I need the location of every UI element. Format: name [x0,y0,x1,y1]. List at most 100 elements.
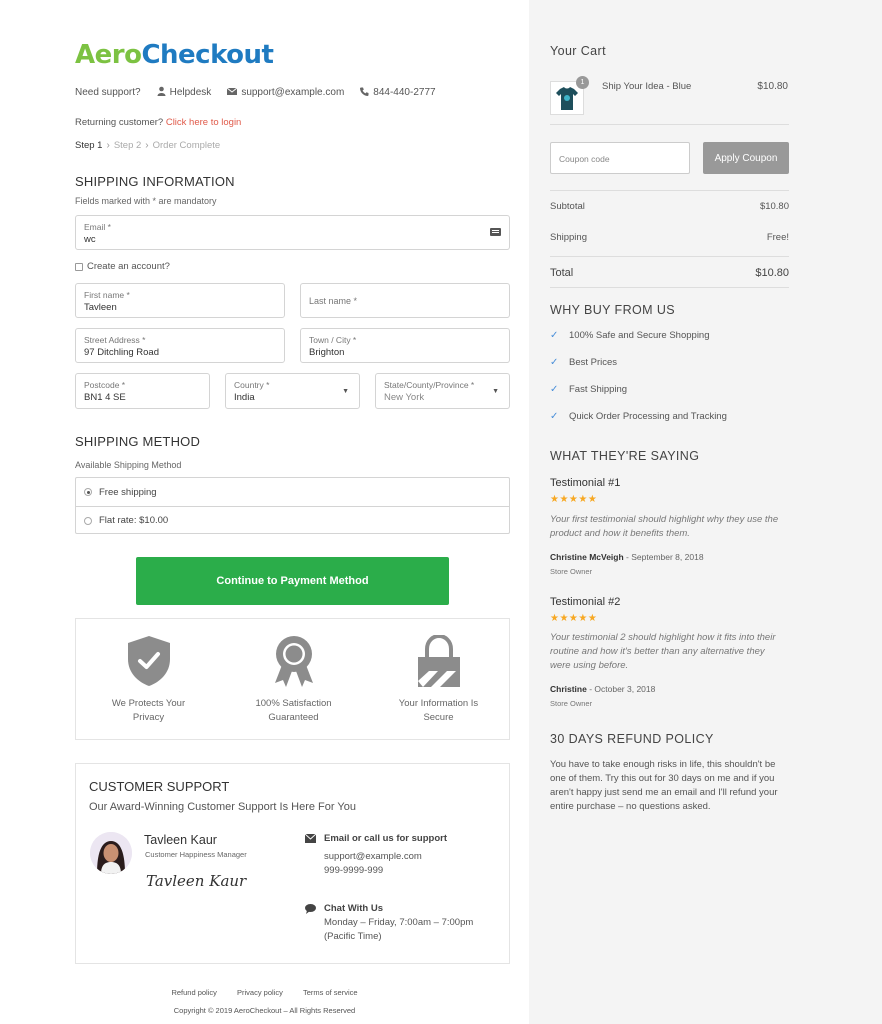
refund-line: entire purchase – no questions asked. [550,801,711,812]
chat-timezone: (Pacific Time) [324,931,382,942]
testimonial-body: Your first testimonial should highlight … [550,513,795,541]
lock-icon [366,635,511,687]
trust-satisfaction-line1: 100% Satisfaction [255,698,332,709]
country-select[interactable]: Country * India ▼ [225,373,360,409]
logo-part-checkout: Checkout [141,40,274,70]
trust-privacy: We Protects Your Privacy [76,635,221,725]
customer-support-card: CUSTOMER SUPPORT Our Award-Winning Custo… [75,763,510,964]
agent-signature: Tavleen Kaur [146,872,247,890]
why-item-label: Best Prices [569,357,618,368]
support-email-link[interactable]: support@example.com [227,87,344,98]
radio[interactable] [84,516,92,525]
support-bar: Need support? Helpdesk support@example.c… [75,86,452,99]
contact-phone[interactable]: 999-9999-999 [324,864,447,878]
why-item: ✓ Best Prices [550,357,617,368]
refund-policy-body: You have to take enough risks in life, t… [550,758,795,814]
trust-privacy-line2: Privacy [132,712,165,723]
check-icon: ✓ [550,357,559,368]
first-name-field[interactable]: First name * Tavleen [75,283,285,318]
chat-title[interactable]: Chat With Us [324,903,473,914]
testimonial-line: were using before. [550,660,629,671]
first-name-value: Tavleen [84,302,117,313]
order-summary-column: Your Cart 1 Ship Your Idea - Blue $10.80… [529,0,882,1024]
shipping-option-free[interactable]: Free shipping [76,478,509,506]
step-2[interactable]: Step 2 [114,140,141,151]
divider [550,124,789,125]
create-account-checkbox[interactable]: Create an account? [75,261,170,272]
email-label: Email * [84,222,111,232]
street-value: 97 Ditchling Road [84,347,159,358]
state-select[interactable]: State/County/Province * New York ▼ [375,373,510,409]
avatar [90,832,132,874]
support-email-label: support@example.com [241,87,345,98]
agent-role: Customer Happiness Manager [145,850,247,859]
divider [550,287,789,288]
shipping-information-title: SHIPPING INFORMATION [75,174,235,189]
login-link[interactable]: Click here to login [166,117,242,128]
checkbox[interactable] [75,262,83,271]
total-value: $10.80 [755,267,789,279]
support-phone-link[interactable]: 844-440-2777 [360,87,436,99]
chat-hours: Monday – Friday, 7:00am – 7:00pm [324,917,474,928]
total-row: Total $10.80 [550,267,789,279]
testimonials-title: WHAT THEY'RE SAYING [550,449,700,463]
radio-selected[interactable] [84,488,92,496]
shipping-option-label: Flat rate: $10.00 [99,515,169,526]
street-address-field[interactable]: Street Address * 97 Ditchling Road [75,328,285,363]
email-field[interactable]: Email * wc [75,215,510,250]
refund-policy-title: 30 DAYS REFUND POLICY [550,732,714,746]
step-1[interactable]: Step 1 [75,140,102,151]
shipping-label: Shipping [550,232,587,243]
contact-email[interactable]: support@example.com [324,850,447,864]
contact-card-icon [490,228,501,236]
state-placeholder: New York [384,392,425,403]
star-rating-icon: ★★★★★ [550,613,598,624]
shipping-value: Free! [766,232,789,243]
apply-coupon-button[interactable]: Apply Coupon [703,142,789,174]
checkout-main-column: AeroCheckout Need support? Helpdesk supp… [0,0,529,1024]
customer-support-subtitle: Our Award-Winning Customer Support Is He… [89,801,356,813]
shipping-method-title: SHIPPING METHOD [75,434,201,449]
envelope-open-icon [304,833,317,846]
author-role: Store Owner [550,567,593,576]
town-city-field[interactable]: Town / City * Brighton [300,328,510,363]
postcode-value: BN1 4 SE [84,392,126,403]
footer-links: Refund policy Privacy policy Terms of se… [0,988,529,997]
returning-customer: Returning customer? Click here to login [75,117,241,128]
testimonial-title: Testimonial #1 [550,477,621,489]
testimonial-author: Christine McVeigh - September 8, 2018 [550,552,704,562]
helpdesk-link[interactable]: Helpdesk [157,86,212,99]
quantity-badge: 1 [576,76,589,89]
subtotal-value: $10.80 [759,201,789,212]
last-name-field[interactable]: Last name * [300,283,510,318]
continue-to-payment-button[interactable]: Continue to Payment Method [136,557,449,605]
logo-part-aero: Aero [75,40,142,70]
brand-logo[interactable]: AeroCheckout [75,40,274,70]
check-icon: ✓ [550,411,559,422]
trust-secure-line2: Secure [423,712,454,723]
contact-email-title: Email or call us for support [324,833,447,844]
refund-policy-link[interactable]: Refund policy [171,988,216,997]
step-order-complete[interactable]: Order Complete [153,140,221,151]
testimonial-body: Your testimonial 2 should highlight how … [550,631,795,673]
first-name-label: First name * [84,290,130,300]
shipping-options: Free shipping Flat rate: $10.00 [75,477,510,534]
check-icon: ✓ [550,384,559,395]
why-item-label: Quick Order Processing and Tracking [569,411,727,422]
shipping-row: Shipping Free! [550,232,789,243]
trust-satisfaction-line2: Guaranteed [268,712,319,723]
testimonial-line: Your first testimonial should highlight … [550,514,779,525]
why-item: ✓ 100% Safe and Secure Shopping [550,330,710,341]
shipping-option-flat-rate[interactable]: Flat rate: $10.00 [76,506,509,534]
testimonial-title: Testimonial #2 [550,596,621,608]
helpdesk-label: Helpdesk [169,87,212,98]
coupon-input[interactable]: Coupon code [550,142,690,174]
country-label: Country * [234,380,270,390]
postcode-field[interactable]: Postcode * BN1 4 SE [75,373,210,409]
postcode-label: Postcode * [84,380,126,390]
privacy-policy-link[interactable]: Privacy policy [237,988,283,997]
author-name: Christine McVeigh [550,552,624,562]
author-date: - September 8, 2018 [623,552,704,562]
star-rating-icon: ★★★★★ [550,494,598,505]
terms-of-service-link[interactable]: Terms of service [303,988,358,997]
